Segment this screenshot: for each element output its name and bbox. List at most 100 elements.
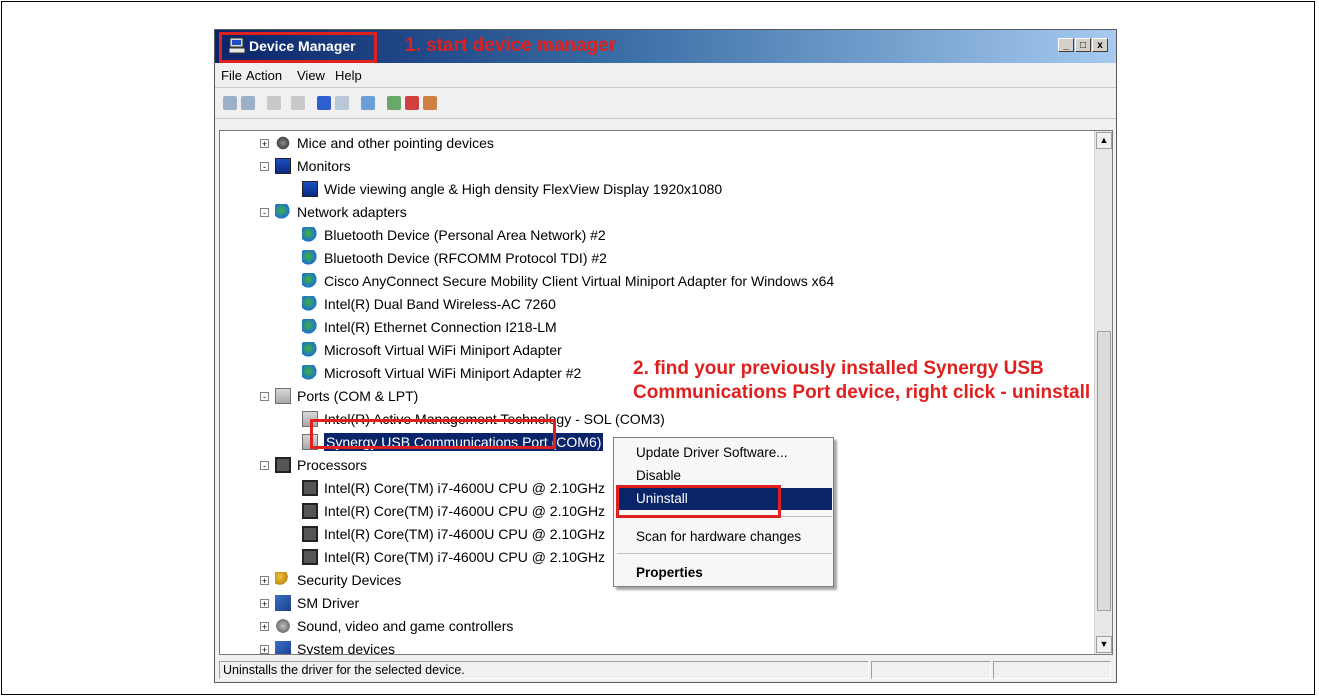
network-icon bbox=[302, 227, 318, 243]
tree-device[interactable]: Bluetooth Device (Personal Area Network)… bbox=[302, 224, 606, 246]
tree-device[interactable]: Intel(R) Ethernet Connection I218-LM bbox=[302, 316, 557, 338]
tree-device[interactable]: Intel(R) Core(TM) i7-4600U CPU @ 2.10GHz bbox=[302, 546, 605, 568]
cpu-icon bbox=[302, 526, 318, 542]
toolbar bbox=[215, 88, 1116, 119]
collapse-icon[interactable]: - bbox=[260, 161, 269, 171]
expand-icon[interactable]: + bbox=[260, 621, 269, 631]
menu-bar: File Action View Help bbox=[215, 65, 1116, 88]
close-button[interactable]: x bbox=[1092, 38, 1108, 52]
menu-item-disable[interactable]: Disable bbox=[636, 465, 681, 487]
cpu-icon bbox=[302, 549, 318, 565]
uninstall-highlight-box bbox=[616, 485, 781, 518]
status-cell-2 bbox=[871, 661, 991, 679]
tree-category[interactable]: + Mice and other pointing devices bbox=[260, 132, 494, 154]
network-icon bbox=[302, 319, 318, 335]
tree-item-label: System devices bbox=[297, 641, 396, 655]
vertical-scrollbar[interactable]: ▲ ▼ bbox=[1094, 131, 1112, 654]
tree-device[interactable]: Intel(R) Core(TM) i7-4600U CPU @ 2.10GHz bbox=[302, 477, 605, 499]
tree-item-label: Intel(R) Core(TM) i7-4600U CPU @ 2.10GHz bbox=[324, 549, 606, 565]
properties-icon[interactable] bbox=[291, 96, 305, 110]
view-icon[interactable] bbox=[335, 96, 349, 110]
update-driver-icon[interactable] bbox=[387, 96, 401, 110]
collapse-icon[interactable]: - bbox=[260, 460, 269, 470]
collapse-icon[interactable]: - bbox=[260, 391, 269, 401]
status-cell-3 bbox=[993, 661, 1111, 679]
menu-view[interactable]: View bbox=[297, 68, 325, 83]
annotation-step-2: 2. find your previously installed Synerg… bbox=[633, 358, 1091, 403]
menu-file[interactable]: File bbox=[221, 68, 242, 83]
tree-item-label: Cisco AnyConnect Secure Mobility Client … bbox=[324, 273, 835, 289]
tree-category[interactable]: + System devices bbox=[260, 638, 396, 655]
expand-icon[interactable]: + bbox=[260, 644, 269, 654]
network-icon bbox=[302, 250, 318, 266]
tree-item-label: Sound, video and game controllers bbox=[297, 618, 514, 634]
up-icon[interactable] bbox=[267, 96, 281, 110]
mouse-icon bbox=[275, 135, 291, 151]
tree-item-label: Security Devices bbox=[297, 572, 402, 588]
sound-icon bbox=[275, 618, 291, 634]
tree-category[interactable]: - Monitors bbox=[260, 155, 351, 177]
collapse-icon[interactable]: - bbox=[260, 207, 269, 217]
title-bar[interactable]: Device Manager 1. start device manager _… bbox=[215, 30, 1116, 63]
title-highlight-box bbox=[219, 32, 377, 63]
tree-item-label: Intel(R) Dual Band Wireless-AC 7260 bbox=[324, 296, 556, 312]
monitor-icon bbox=[275, 158, 291, 174]
system-icon bbox=[275, 641, 291, 654]
tree-item-label: Mice and other pointing devices bbox=[297, 135, 494, 151]
expand-icon[interactable]: + bbox=[260, 598, 269, 608]
tree-item-label: Monitors bbox=[297, 158, 351, 174]
tree-item-label: Bluetooth Device (RFCOMM Protocol TDI) #… bbox=[324, 250, 607, 266]
scan-icon[interactable] bbox=[361, 96, 375, 110]
uninstall-icon[interactable] bbox=[405, 96, 419, 110]
maximize-button[interactable]: □ bbox=[1075, 38, 1091, 52]
scrollbar-thumb[interactable] bbox=[1097, 331, 1111, 611]
minimize-button[interactable]: _ bbox=[1058, 38, 1074, 52]
menu-help[interactable]: Help bbox=[335, 68, 362, 83]
tree-device[interactable]: Intel(R) Core(TM) i7-4600U CPU @ 2.10GHz bbox=[302, 523, 605, 545]
back-icon[interactable] bbox=[223, 96, 237, 110]
network-icon bbox=[302, 296, 318, 312]
port-icon bbox=[275, 388, 291, 404]
menu-separator bbox=[617, 553, 832, 554]
key-icon bbox=[275, 572, 291, 588]
tree-item-label: Bluetooth Device (Personal Area Network)… bbox=[324, 227, 606, 243]
tree-device[interactable]: Microsoft Virtual WiFi Miniport Adapter bbox=[302, 339, 562, 361]
tree-category[interactable]: + SM Driver bbox=[260, 592, 359, 614]
tree-device[interactable]: Intel(R) Dual Band Wireless-AC 7260 bbox=[302, 293, 556, 315]
tree-device[interactable]: Wide viewing angle & High density FlexVi… bbox=[302, 178, 722, 200]
menu-item-update-driver[interactable]: Update Driver Software... bbox=[636, 442, 788, 464]
status-bar: Uninstalls the driver for the selected d… bbox=[219, 660, 1113, 680]
tree-category[interactable]: - Processors bbox=[260, 454, 367, 476]
tree-item-label: Intel(R) Core(TM) i7-4600U CPU @ 2.10GHz bbox=[324, 526, 606, 542]
expand-icon[interactable]: + bbox=[260, 138, 269, 148]
tree-device[interactable]: Bluetooth Device (RFCOMM Protocol TDI) #… bbox=[302, 247, 607, 269]
menu-item-properties[interactable]: Properties bbox=[636, 562, 703, 584]
tree-item-label: Intel(R) Core(TM) i7-4600U CPU @ 2.10GHz bbox=[324, 480, 606, 496]
tree-item-label: Network adapters bbox=[297, 204, 407, 220]
expand-icon[interactable]: + bbox=[260, 575, 269, 585]
forward-icon[interactable] bbox=[241, 96, 255, 110]
tree-category[interactable]: - Ports (COM & LPT) bbox=[260, 385, 418, 407]
tree-item-label: Intel(R) Core(TM) i7-4600U CPU @ 2.10GHz bbox=[324, 503, 606, 519]
tree-item-label: SM Driver bbox=[297, 595, 360, 611]
cpu-icon bbox=[302, 503, 318, 519]
network-icon bbox=[302, 342, 318, 358]
tree-device[interactable]: Intel(R) Core(TM) i7-4600U CPU @ 2.10GHz bbox=[302, 500, 605, 522]
cpu-icon bbox=[275, 457, 291, 473]
help-icon[interactable] bbox=[317, 96, 331, 110]
tree-item-label: Processors bbox=[297, 457, 368, 473]
tree-item-label: Wide viewing angle & High density FlexVi… bbox=[324, 181, 723, 197]
tree-device[interactable]: Cisco AnyConnect Secure Mobility Client … bbox=[302, 270, 834, 292]
tree-category[interactable]: - Network adapters bbox=[260, 201, 407, 223]
disable-icon[interactable] bbox=[423, 96, 437, 110]
menu-item-scan-hardware[interactable]: Scan for hardware changes bbox=[636, 526, 801, 548]
menu-action[interactable]: Action bbox=[246, 68, 282, 83]
annotation-step-1: 1. start device manager bbox=[405, 35, 617, 56]
tree-category[interactable]: + Sound, video and game controllers bbox=[260, 615, 513, 637]
scroll-down-arrow-icon[interactable]: ▼ bbox=[1096, 636, 1112, 653]
tree-device[interactable]: Microsoft Virtual WiFi Miniport Adapter … bbox=[302, 362, 581, 384]
system-icon bbox=[275, 595, 291, 611]
scroll-up-arrow-icon[interactable]: ▲ bbox=[1096, 132, 1112, 149]
tree-item-label: Microsoft Virtual WiFi Miniport Adapter … bbox=[324, 365, 582, 381]
tree-category[interactable]: + Security Devices bbox=[260, 569, 401, 591]
